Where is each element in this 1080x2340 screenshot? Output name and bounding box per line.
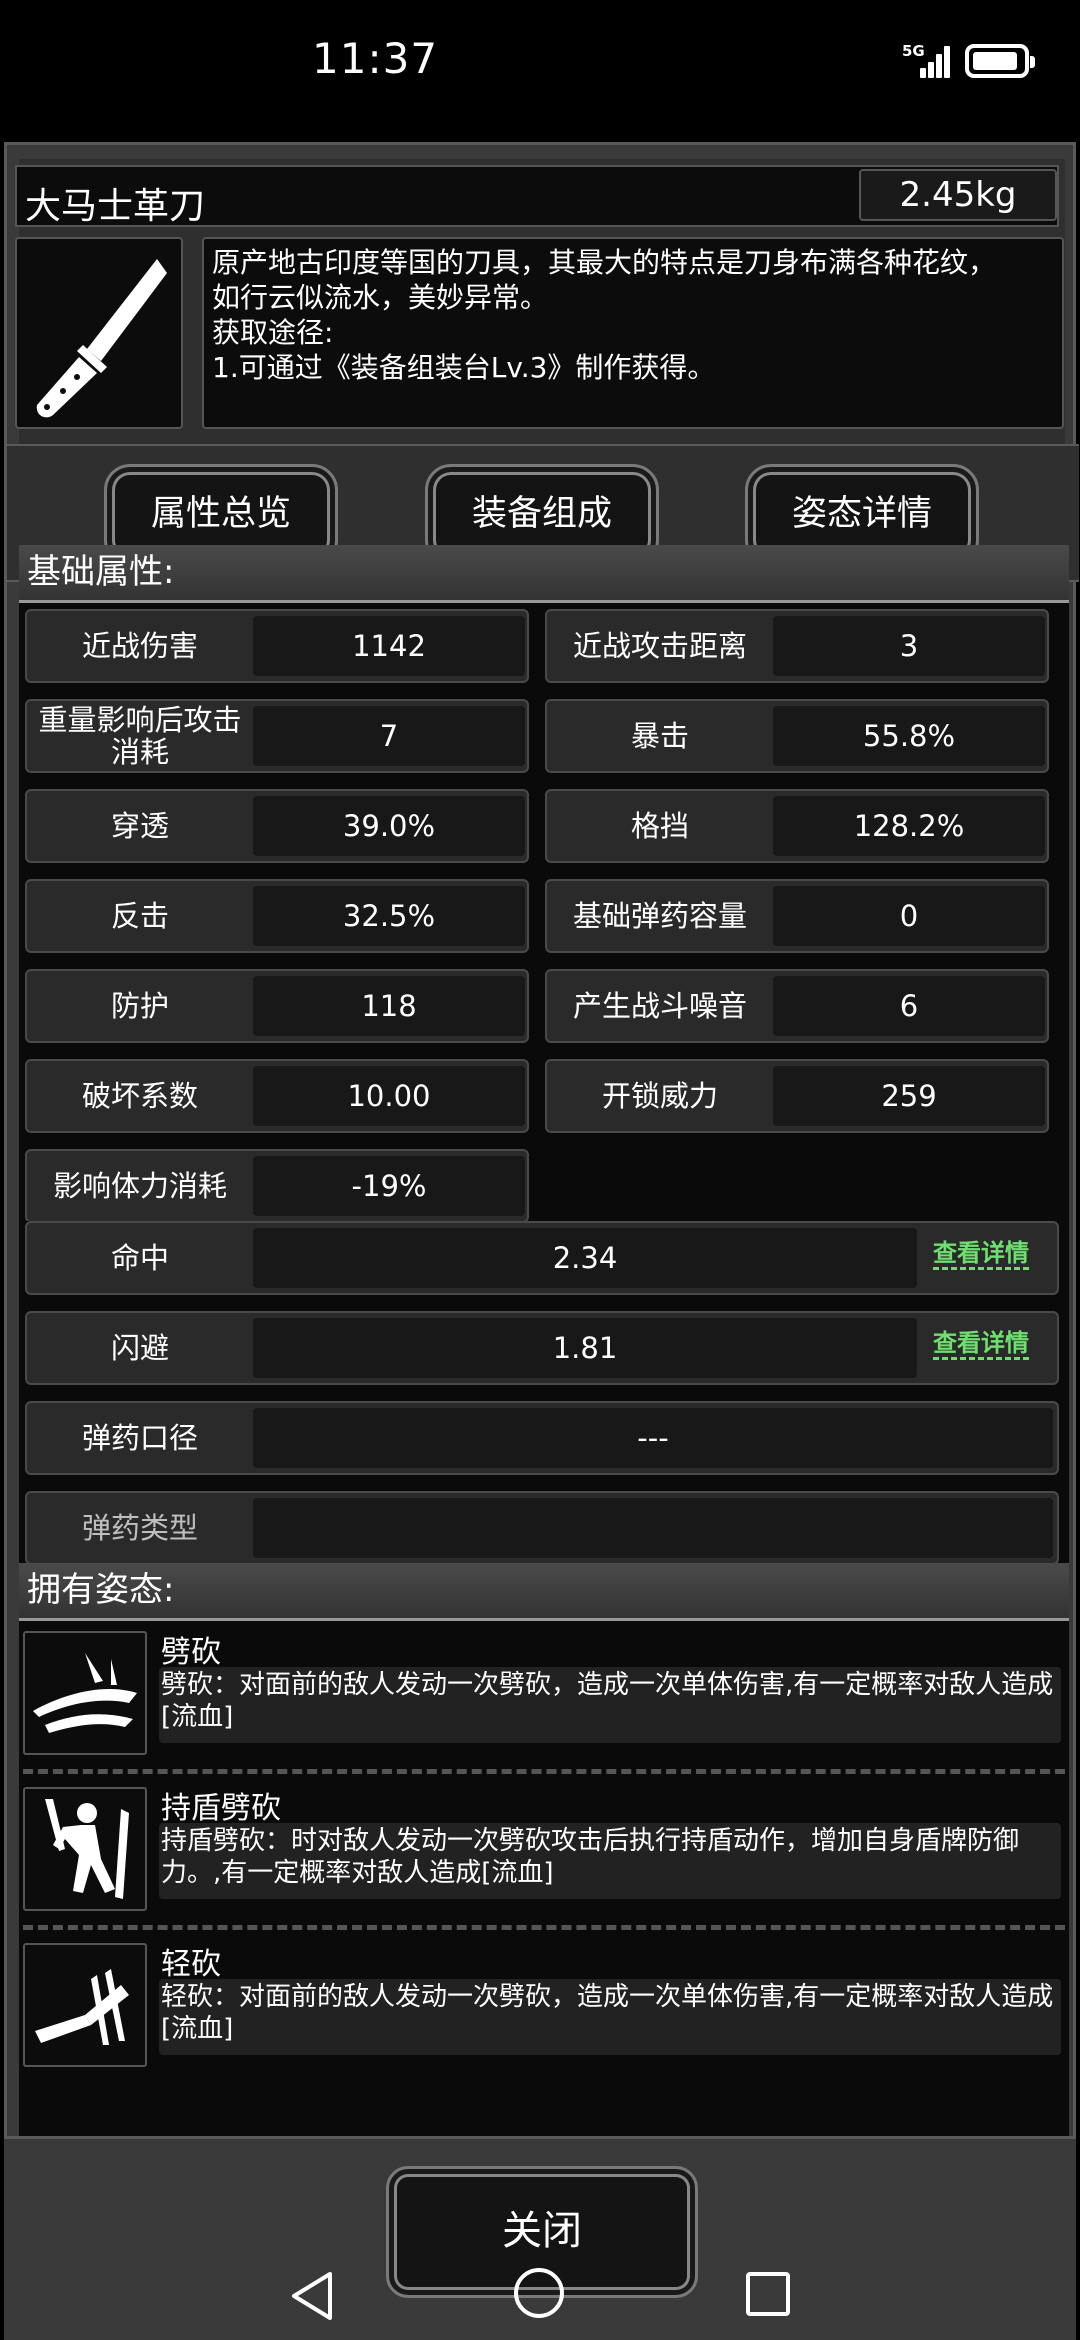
desc-line: 获取途径: [212,316,334,349]
view-details-link[interactable]: 查看详情 [933,1329,1029,1360]
stance-divider [23,1769,1065,1774]
stat-value: 55.8% [773,706,1045,766]
shield-slash-icon [23,1787,147,1911]
stat-cell: 暴击 55.8% [545,699,1049,773]
signal-icon: 5G [902,42,952,78]
stat-cell-ammo-type: 弹药类型 [25,1491,1059,1563]
stat-label: 开锁威力 [601,1079,718,1113]
knife-icon [36,259,167,418]
stat-value: 1.81 [253,1318,917,1378]
stance-name: 持盾劈砍 [161,1791,281,1826]
stat-label: 影响体力消耗 [52,1169,227,1203]
stat-label: 弹药类型 [81,1511,198,1545]
stat-value: 128.2% [773,796,1045,856]
stat-cell: 穿透 39.0% [25,789,529,863]
stat-value: 6 [773,976,1045,1036]
stance-description: 劈砍：对面前的敌人发动一次劈砍，造成一次单体伤害,有一定概率对敌人造成[流血] [159,1667,1061,1743]
stat-cell: 开锁威力 259 [545,1059,1049,1133]
stat-label: 重量影响后攻击消耗 [38,703,242,769]
status-bar: 11:37 5G [0,0,1080,130]
stat-value: 118 [253,976,525,1036]
stat-cell: 破坏系数 10.00 [25,1059,529,1133]
stat-label: 弹药口径 [81,1421,198,1455]
recent-apps-icon[interactable] [746,2272,790,2316]
system-nav-bar [0,2250,1080,2340]
stat-value: --- [253,1408,1053,1468]
item-name: 大马士革刀 [25,186,206,227]
stat-cell: 近战攻击距离 3 [545,609,1049,683]
stat-cell: 格挡 128.2% [545,789,1049,863]
stat-label: 近战攻击距离 [572,629,747,663]
stat-value: 39.0% [253,796,525,856]
stance-item[interactable]: 轻砍 轻砍：对面前的敌人发动一次劈砍，造成一次单体伤害,有一定概率对敌人造成[流… [19,1939,1069,2067]
stat-label: 暴击 [630,719,689,753]
slash-icon [23,1631,147,1755]
stat-value: 1142 [253,616,525,676]
stance-item[interactable]: 劈砍 劈砍：对面前的敌人发动一次劈砍，造成一次单体伤害,有一定概率对敌人造成[流… [19,1627,1069,1755]
stat-label: 闪避 [110,1331,169,1365]
stats-grid[interactable]: 近战伤害 1142 近战攻击距离 3 重量影响后攻击消耗 7 暴击 55.8% 穿透 39… [19,603,1069,1221]
stat-cell-dodge: 闪避 1.81 查看详情 [25,1311,1059,1385]
desc-line: 原产地古印度等国的刀具，其最大的特点是刀身布满各种花纹， [212,246,997,279]
item-description: 原产地古印度等国的刀具，其最大的特点是刀身布满各种花纹， 如行云似流水，美妙异常… [202,237,1064,429]
stat-value: -19% [253,1156,525,1216]
basic-attributes-heading: 基础属性: [19,545,1069,603]
stat-cell: 反击 32.5% [25,879,529,953]
stat-cell: 近战伤害 1142 [25,609,529,683]
stats-grid-wide[interactable]: 命中 2.34 查看详情 闪避 1.81 查看详情 弹药口径 --- 弹药类型 [19,1221,1069,1563]
view-details-link[interactable]: 查看详情 [933,1239,1029,1270]
desc-line: 如行云似流水，美妙异常。 [212,281,549,314]
stat-label: 防护 [110,989,169,1023]
stat-value: 2.34 [253,1228,917,1288]
light-slash-icon [23,1943,147,2067]
item-weight: 2.45kg [859,169,1057,221]
stat-label: 格挡 [630,809,689,843]
stat-label: 基础弹药容量 [572,899,747,933]
stat-cell: 重量影响后攻击消耗 7 [25,699,529,773]
network-type: 5G [902,42,925,60]
status-time: 11:37 [312,34,439,83]
stat-label: 破坏系数 [81,1079,198,1113]
stat-value: 32.5% [253,886,525,946]
battery-icon [965,44,1035,78]
stat-value: 7 [253,706,525,766]
desc-line: 1.可通过《装备组装台Lv.3》制作获得。 [212,351,716,384]
stance-description: 持盾劈砍：时对敌人发动一次劈砍攻击后执行持盾动作，增加自身盾牌防御力。,有一定概… [159,1823,1061,1899]
stat-cell-hit: 命中 2.34 查看详情 [25,1221,1059,1295]
stat-cell-caliber: 弹药口径 --- [25,1401,1059,1475]
stat-label: 命中 [110,1241,169,1275]
stat-label: 反击 [110,899,169,933]
home-icon[interactable] [514,2268,564,2318]
stat-value: 259 [773,1066,1045,1126]
stat-label: 近战伤害 [81,629,198,663]
stat-value [253,1498,1053,1558]
stance-name: 劈砍 [161,1635,221,1670]
stat-label: 产生战斗噪音 [572,989,747,1023]
stat-value: 0 [773,886,1045,946]
stances-heading: 拥有姿态: [19,1563,1069,1621]
stance-name: 轻砍 [161,1947,221,1982]
stat-value: 3 [773,616,1045,676]
stance-divider [23,1925,1065,1930]
stance-item[interactable]: 持盾劈砍 持盾劈砍：时对敌人发动一次劈砍攻击后执行持盾动作，增加自身盾牌防御力。… [19,1783,1069,1911]
item-detail-panel: 大马士革刀 2.45kg 原产地古印度等国的刀具，其最大的特点是刀身布满各种花纹… [4,142,1079,2340]
stat-cell: 基础弹药容量 0 [545,879,1049,953]
stat-label: 穿透 [110,809,169,843]
stat-cell: 产生战斗噪音 6 [545,969,1049,1043]
stat-cell: 影响体力消耗 -19% [25,1149,529,1221]
stance-description: 轻砍：对面前的敌人发动一次劈砍，造成一次单体伤害,有一定概率对敌人造成[流血] [159,1979,1061,2055]
item-thumbnail [15,237,183,429]
stat-value: 10.00 [253,1066,525,1126]
stat-cell: 防护 118 [25,969,529,1043]
back-icon[interactable] [290,2270,334,2322]
